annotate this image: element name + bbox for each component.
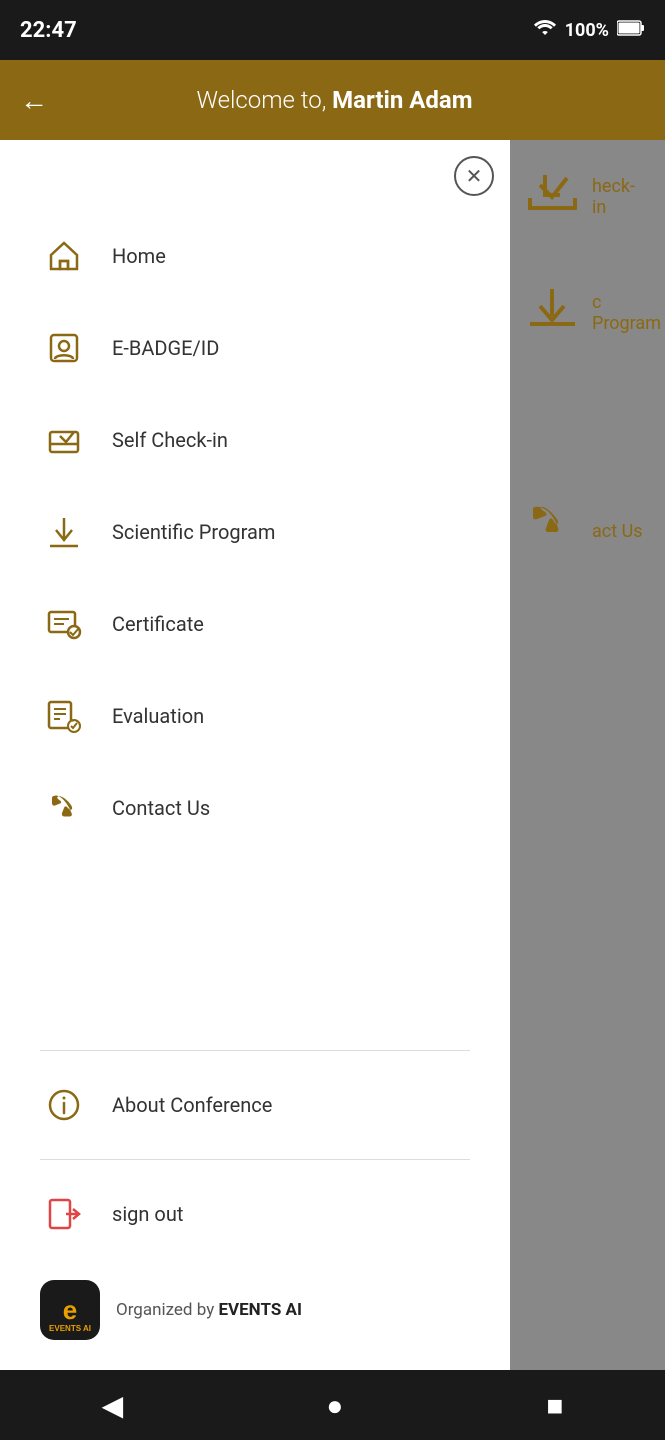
header-title: Welcome to, Martin Adam	[64, 86, 645, 114]
close-icon: ✕	[466, 164, 483, 188]
selfcheckin-label: Self Check-in	[112, 428, 228, 452]
time-display: 22:47	[20, 18, 77, 43]
menu-item-home[interactable]: Home	[0, 210, 510, 302]
info-icon	[40, 1081, 88, 1129]
back-button[interactable]: ←	[20, 84, 48, 117]
drawer-footer: e EVENTS AI Organized by EVENTS AI	[0, 1260, 510, 1370]
nav-recent-button[interactable]: ■	[516, 1379, 593, 1432]
organized-by-prefix: Organized by	[116, 1300, 218, 1320]
divider-2	[40, 1159, 470, 1160]
bg-checkin-label: heck-in	[592, 176, 645, 218]
aboutconference-label: About Conference	[112, 1093, 272, 1117]
scientificprogram-label: Scientific Program	[112, 520, 275, 544]
svg-text:EVENTS AI: EVENTS AI	[49, 1324, 91, 1333]
nav-back-button[interactable]: ◀	[72, 1379, 154, 1432]
home-label: Home	[112, 244, 166, 268]
wifi-icon	[533, 19, 557, 42]
menu-item-evaluation[interactable]: Evaluation	[0, 670, 510, 762]
user-name: Martin Adam	[332, 86, 472, 114]
status-bar: 22:47 100%	[0, 0, 665, 60]
phone-icon	[40, 784, 88, 832]
brand-name: EVENTS AI	[218, 1300, 301, 1320]
welcome-prefix: Welcome to,	[196, 86, 332, 114]
nav-home-button[interactable]: ●	[296, 1379, 373, 1432]
badge-icon	[40, 324, 88, 372]
menu-item-certificate[interactable]: Certificate	[0, 578, 510, 670]
home-icon	[40, 232, 88, 280]
bg-program: c Program	[505, 254, 665, 372]
svg-text:e: e	[63, 1295, 77, 1325]
menu-item-signout[interactable]: sign out	[0, 1168, 510, 1260]
bg-contactus: act Us	[505, 472, 665, 590]
footer-text: Organized by EVENTS AI	[116, 1300, 302, 1320]
battery-percent: 100%	[565, 20, 609, 41]
header: ← Welcome to, Martin Adam	[0, 60, 665, 140]
menu-item-ebadge[interactable]: E-BADGE/ID	[0, 302, 510, 394]
bg-program-label: c Program	[592, 292, 661, 334]
battery-icon	[617, 20, 645, 41]
ebadge-label: E-BADGE/ID	[112, 336, 219, 360]
checkin-icon	[40, 416, 88, 464]
menu-list: Home E-BADGE/ID Self Check	[0, 140, 510, 1042]
certificate-label: Certificate	[112, 612, 204, 636]
menu-item-aboutconference[interactable]: About Conference	[0, 1059, 510, 1151]
status-icons: 100%	[533, 19, 645, 42]
menu-item-contactus[interactable]: Contact Us	[0, 762, 510, 854]
divider-1	[40, 1050, 470, 1051]
bottom-nav: ◀ ● ■	[0, 1370, 665, 1440]
download-icon	[40, 508, 88, 556]
evaluation-icon	[40, 692, 88, 740]
bg-contactus-label: act Us	[592, 521, 643, 542]
contactus-label: Contact Us	[112, 796, 210, 820]
certificate-icon	[40, 600, 88, 648]
events-ai-logo: e EVENTS AI	[40, 1280, 100, 1340]
drawer-menu: ✕ Home E-BADGE/ID	[0, 140, 510, 1370]
evaluation-label: Evaluation	[112, 704, 204, 728]
menu-item-selfcheckin[interactable]: Self Check-in	[0, 394, 510, 486]
signout-label: sign out	[112, 1202, 183, 1226]
signout-icon	[40, 1190, 88, 1238]
close-button[interactable]: ✕	[454, 156, 494, 196]
menu-item-scientificprogram[interactable]: Scientific Program	[0, 486, 510, 578]
bg-checkin: heck-in	[505, 140, 665, 254]
